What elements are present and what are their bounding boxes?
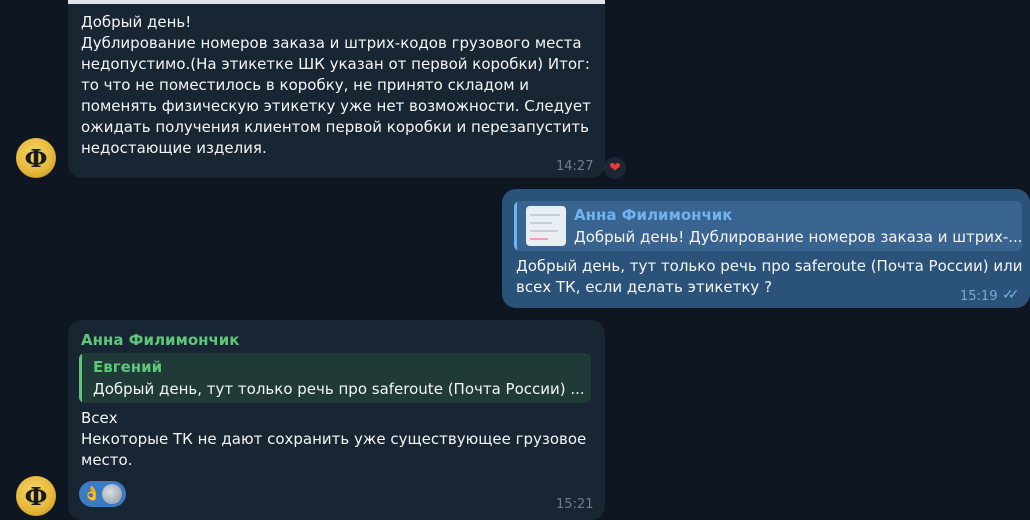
- message-time: 14:27: [556, 159, 594, 174]
- message-time: 15:19: [960, 289, 998, 304]
- message-bubble-1[interactable]: Добрый день! Дублирование номеров заказа…: [68, 0, 605, 178]
- sender-name[interactable]: Анна Филимончик: [81, 330, 239, 351]
- message-text-line: Некоторые ТК не дают сохранить уже сущес…: [81, 430, 587, 448]
- avatar[interactable]: Ф: [16, 476, 56, 516]
- attached-image-clipped[interactable]: [68, 0, 605, 4]
- reactor-avatar: [102, 484, 123, 504]
- message-bubble-2[interactable]: Анна Филимончик Добрый день! Дублировани…: [502, 189, 1030, 308]
- message-text-line: Добрый день, тут только речь про saferou…: [516, 257, 1023, 275]
- avatar-letter: Ф: [24, 143, 48, 173]
- message-text-line: Добрый день!: [81, 13, 192, 31]
- message-text-line: поменять физическую этикетку уже нет воз…: [81, 97, 591, 115]
- avatar-letter: Ф: [24, 481, 48, 511]
- message-bubble-3[interactable]: Анна Филимончик Евгений Добрый день, тут…: [68, 320, 605, 520]
- ok-hand-icon: 👌: [83, 485, 101, 502]
- reply-text: Добрый день, тут только речь про saferou…: [93, 380, 585, 398]
- reply-quote[interactable]: Евгений Добрый день, тут только речь про…: [79, 353, 591, 403]
- reaction-heart[interactable]: ❤: [604, 157, 626, 179]
- avatar[interactable]: Ф: [16, 138, 56, 178]
- message-text-line: всех ТК, если делать этикетку ?: [516, 278, 773, 296]
- reply-author: Евгений: [93, 358, 163, 376]
- message-text-line: Дублирование номеров заказа и штрих-кодо…: [81, 34, 582, 52]
- message-text-line: место.: [81, 451, 133, 469]
- reply-author: Анна Филимончик: [574, 206, 733, 224]
- reply-quote[interactable]: Анна Филимончик Добрый день! Дублировани…: [514, 201, 1022, 251]
- reaction-badge[interactable]: 👌: [79, 481, 127, 507]
- message-text-line: Всех: [81, 409, 118, 427]
- message-text-line: недопустимо.(На этикетке ШК указан от пе…: [81, 55, 590, 73]
- message-text-line: недостающие изделия.: [81, 139, 267, 157]
- reply-thumbnail: [526, 206, 566, 246]
- reply-text: Добрый день! Дублирование номеров заказа…: [574, 228, 1022, 246]
- double-check-icon: ✓✓: [1002, 287, 1020, 303]
- heart-icon: ❤: [609, 160, 621, 176]
- message-text-line: то что не поместилось в коробку, не прин…: [81, 76, 530, 94]
- message-time: 15:21: [556, 497, 594, 512]
- message-text-line: ожидать получения клиентом первой коробк…: [81, 118, 589, 136]
